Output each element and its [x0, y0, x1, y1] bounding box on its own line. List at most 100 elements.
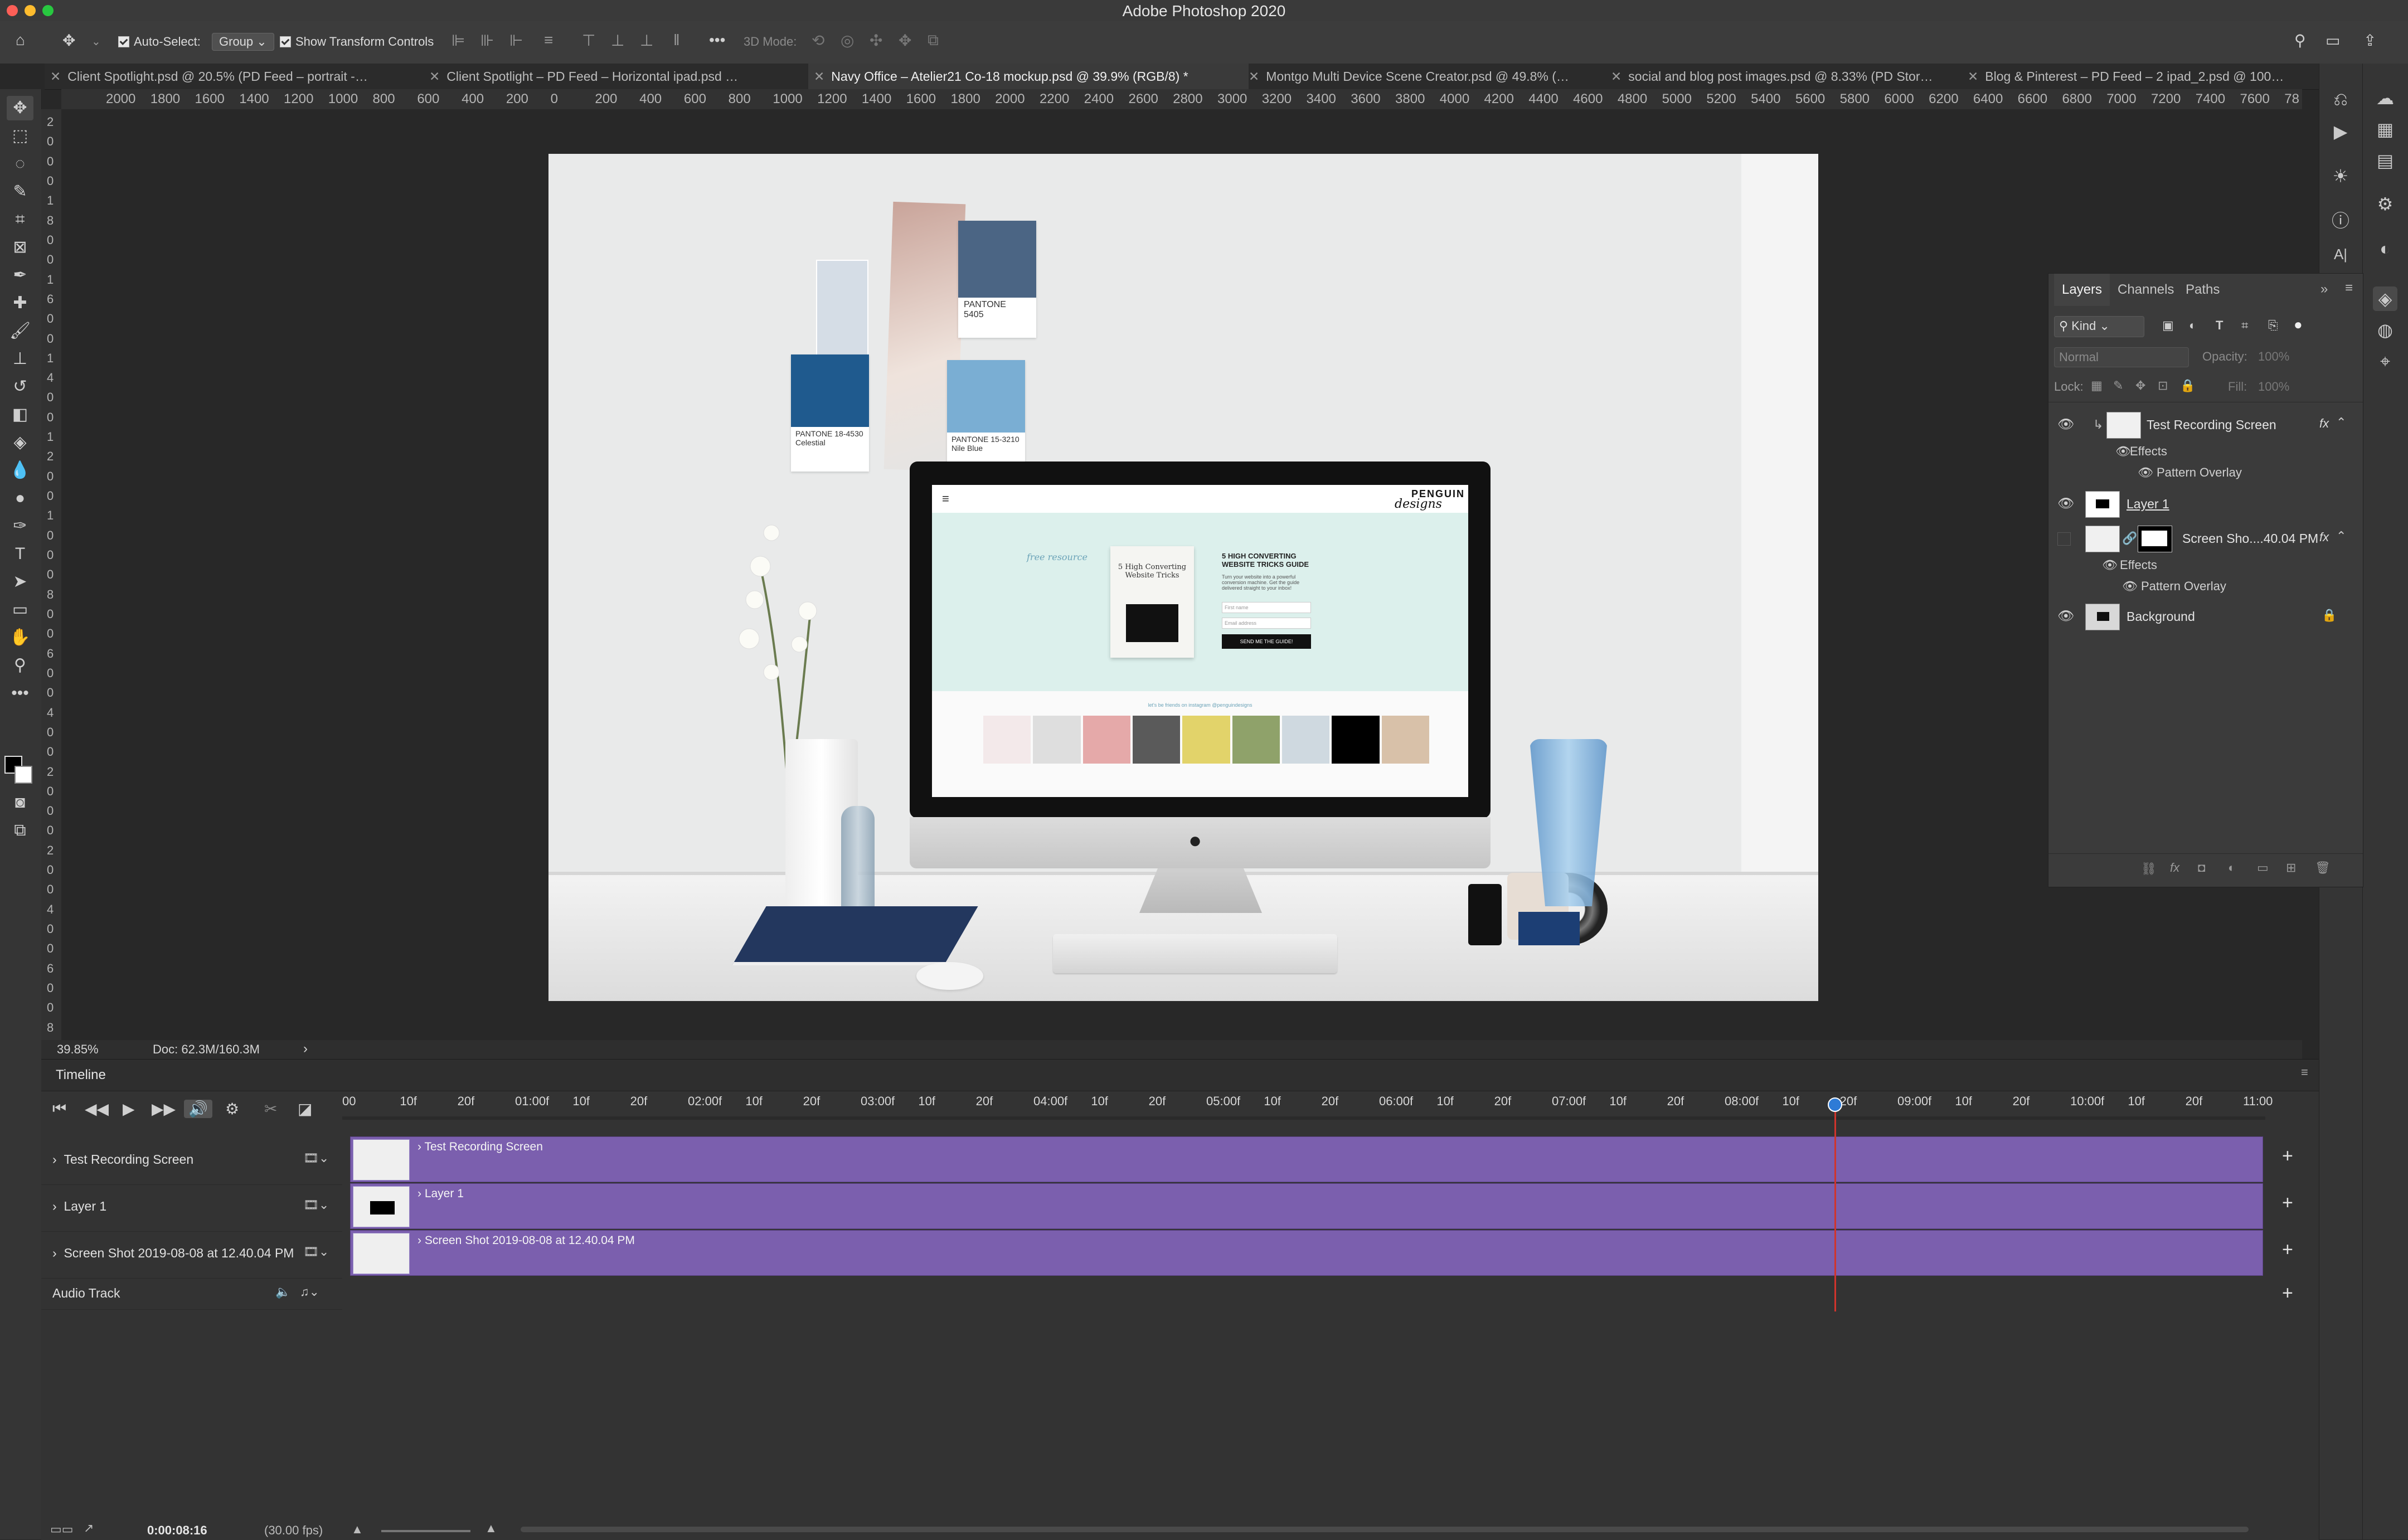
add-mask-icon[interactable]: ◘	[2198, 861, 2205, 875]
3d-scale-icon[interactable]: ⧉	[928, 31, 939, 50]
add-media-button[interactable]: +	[2282, 1145, 2293, 1167]
info-panel-icon[interactable]: ⓘ	[2328, 208, 2353, 233]
link-layers-icon[interactable]: ⛓	[2141, 862, 2157, 876]
background-color-swatch[interactable]	[14, 766, 32, 784]
crop-tool-icon[interactable]: ⌗	[7, 207, 33, 232]
link-icon[interactable]: 🔗	[2122, 531, 2137, 546]
blur-tool-icon[interactable]: 💧	[7, 458, 33, 483]
add-media-button[interactable]: +	[2282, 1239, 2293, 1261]
lock-transparent-icon[interactable]: ▦	[2091, 378, 2103, 393]
auto-select-dropdown[interactable]: Group ⌄	[212, 32, 274, 51]
visibility-eye-off-icon[interactable]	[2057, 532, 2071, 546]
filter-smart-object-icon[interactable]: ⎘	[2268, 318, 2278, 333]
video-clip[interactable]: › Test Recording Screen	[350, 1136, 2263, 1182]
brush-tool-icon[interactable]: 🖌	[7, 319, 33, 343]
align-left-icon[interactable]: ⊫	[452, 31, 465, 50]
opacity-value[interactable]: 100%	[2258, 349, 2289, 364]
filter-shape-icon[interactable]: ⌗	[2241, 318, 2248, 333]
tab-client-spotlight[interactable]: ✕ Client Spotlight.psd @ 20.5% (PD Feed –…	[50, 64, 429, 89]
share-icon[interactable]: ⇪	[2363, 31, 2376, 50]
add-style-icon[interactable]: fx	[2170, 861, 2179, 875]
edit-toolbar-icon[interactable]: •••	[7, 681, 33, 706]
pen-tool-icon[interactable]: ✑	[7, 514, 33, 538]
tab-layers[interactable]: Layers	[2054, 274, 2110, 306]
zoom-out-icon[interactable]: ▲	[351, 1522, 363, 1537]
distribute-icon[interactable]: ≡	[544, 31, 553, 49]
chevron-down-icon[interactable]: ⌄	[91, 35, 101, 48]
film-icon[interactable]: 🎞⌄	[303, 1151, 329, 1165]
video-clip[interactable]: › Layer 1	[350, 1183, 2263, 1229]
settings-gear-icon[interactable]: ⚙	[225, 1100, 239, 1118]
align-bottom-icon[interactable]: ⊥	[640, 31, 653, 50]
dodge-tool-icon[interactable]: ●	[7, 486, 33, 511]
type-tool-icon[interactable]: T	[7, 542, 33, 566]
adjustments-panel-icon[interactable]: ☀	[2328, 164, 2353, 188]
film-icon[interactable]: 🎞⌄	[303, 1198, 329, 1212]
filter-adjustment-icon[interactable]: ◐	[2189, 318, 2196, 333]
rectangle-tool-icon[interactable]: ▭	[7, 597, 33, 622]
patterns-panel-icon[interactable]: ▤	[2373, 148, 2397, 173]
path-select-icon[interactable]: ➤	[7, 570, 33, 594]
track-header[interactable]: › Test Recording Screen 🎞⌄	[41, 1138, 342, 1185]
film-icon[interactable]: 🎞⌄	[303, 1245, 329, 1259]
layer-row-screen-shot[interactable]: 🔗 Screen Sho....40.04 PM fx ⌃	[2048, 522, 2363, 555]
3d-pan-icon[interactable]: ✣	[870, 31, 882, 50]
zoom-level[interactable]: 39.85%	[57, 1042, 99, 1057]
libraries-panel-icon[interactable]: ☁	[2373, 86, 2397, 110]
lock-all-icon[interactable]: 🔒	[2180, 378, 2195, 393]
filter-type-icon[interactable]: T	[2216, 318, 2223, 333]
panel-menu-icon[interactable]: ≡	[2301, 1065, 2308, 1080]
tab-navy-office[interactable]: ✕ Navy Office – Atelier21 Co-18 mockup.ps…	[808, 64, 1249, 89]
eyedropper-tool-icon[interactable]: ✒	[7, 263, 33, 288]
zoom-slider[interactable]	[381, 1530, 470, 1532]
previous-frame-icon[interactable]: ◀◀	[85, 1100, 109, 1118]
work-area-bar[interactable]	[342, 1116, 2265, 1120]
layer-row-layer-1[interactable]: 👁 Layer 1	[2048, 488, 2363, 520]
tab-blog-pinterest[interactable]: ✕ Blog & Pinterest – PD Feed – 2 ipad_2.p…	[1968, 64, 2324, 89]
layer-mask-thumbnail[interactable]	[2138, 526, 2172, 552]
new-group-icon[interactable]: ▭	[2257, 861, 2269, 875]
tab-montgo[interactable]: ✕ Montgo Multi Device Scene Creator.psd @…	[1249, 64, 1611, 89]
properties-panel-icon[interactable]: ⚙	[2373, 192, 2397, 216]
next-frame-icon[interactable]: ▶▶	[152, 1100, 176, 1118]
show-transform-checkbox[interactable]: Show Transform Controls	[280, 32, 434, 51]
fx-badge[interactable]: fx	[2319, 530, 2329, 545]
timeline-scrollbar[interactable]	[521, 1527, 2249, 1532]
visibility-eye-icon[interactable]: 👁	[2057, 416, 2074, 433]
collapse-panel-icon[interactable]: »	[2320, 281, 2328, 297]
eraser-tool-icon[interactable]: ◧	[7, 402, 33, 427]
layer-row-background[interactable]: 👁 Background 🔒	[2048, 600, 2363, 633]
lasso-tool-icon[interactable]: ◌	[7, 152, 33, 176]
paint-bucket-icon[interactable]: ◈	[7, 430, 33, 455]
adjustment-layer-icon[interactable]: ◐	[2228, 861, 2235, 875]
new-layer-icon[interactable]: ⊞	[2286, 861, 2296, 875]
effect-eye-icon[interactable]: 👁	[2122, 579, 2138, 594]
channels-panel-icon[interactable]: ◍	[2373, 318, 2397, 342]
fx-badge[interactable]: fx	[2319, 416, 2329, 431]
filter-toggle-icon[interactable]: ●	[2294, 316, 2303, 333]
chevron-up-icon[interactable]: ⌃	[2336, 529, 2346, 543]
document-canvas[interactable]: PANTONE 5405 PANTONE 18-4530 Celestial P…	[548, 154, 1818, 1001]
playhead[interactable]	[1828, 1097, 1843, 1311]
layer-row-test-recording-screen[interactable]: 👁 ↳ Test Recording Screen fx ⌃	[2048, 409, 2363, 441]
lock-artboard-icon[interactable]: ⊡	[2158, 378, 2168, 393]
tab-channels[interactable]: Channels	[2110, 274, 2182, 306]
color-panel-icon[interactable]: ◐	[2373, 236, 2397, 261]
track-header[interactable]: › Screen Shot 2019-08-08 at 12.40.04 PM …	[41, 1231, 342, 1279]
visibility-eye-icon[interactable]: 👁	[2057, 495, 2074, 512]
render-video-icon[interactable]: ↗	[84, 1521, 94, 1536]
home-icon[interactable]: ⌂	[16, 31, 25, 49]
hand-tool-icon[interactable]: ✋	[7, 625, 33, 650]
paths-panel-icon[interactable]: ⌖	[2373, 349, 2397, 373]
transition-icon[interactable]: ◪	[298, 1100, 312, 1118]
auto-select-checkbox[interactable]: Auto-Select:	[118, 32, 201, 51]
swatches-panel-icon[interactable]: ▦	[2373, 117, 2397, 142]
3d-slide-icon[interactable]: ✥	[899, 31, 911, 50]
music-note-icon[interactable]: ♫⌄	[300, 1285, 319, 1299]
add-media-button[interactable]: +	[2282, 1192, 2293, 1214]
go-to-first-frame-icon[interactable]: ⏮	[52, 1100, 66, 1118]
add-audio-button[interactable]: +	[2282, 1282, 2293, 1304]
play-icon[interactable]: ▶	[123, 1100, 135, 1118]
split-scissors-icon[interactable]: ✂	[264, 1100, 277, 1118]
tab-paths[interactable]: Paths	[2178, 274, 2227, 306]
